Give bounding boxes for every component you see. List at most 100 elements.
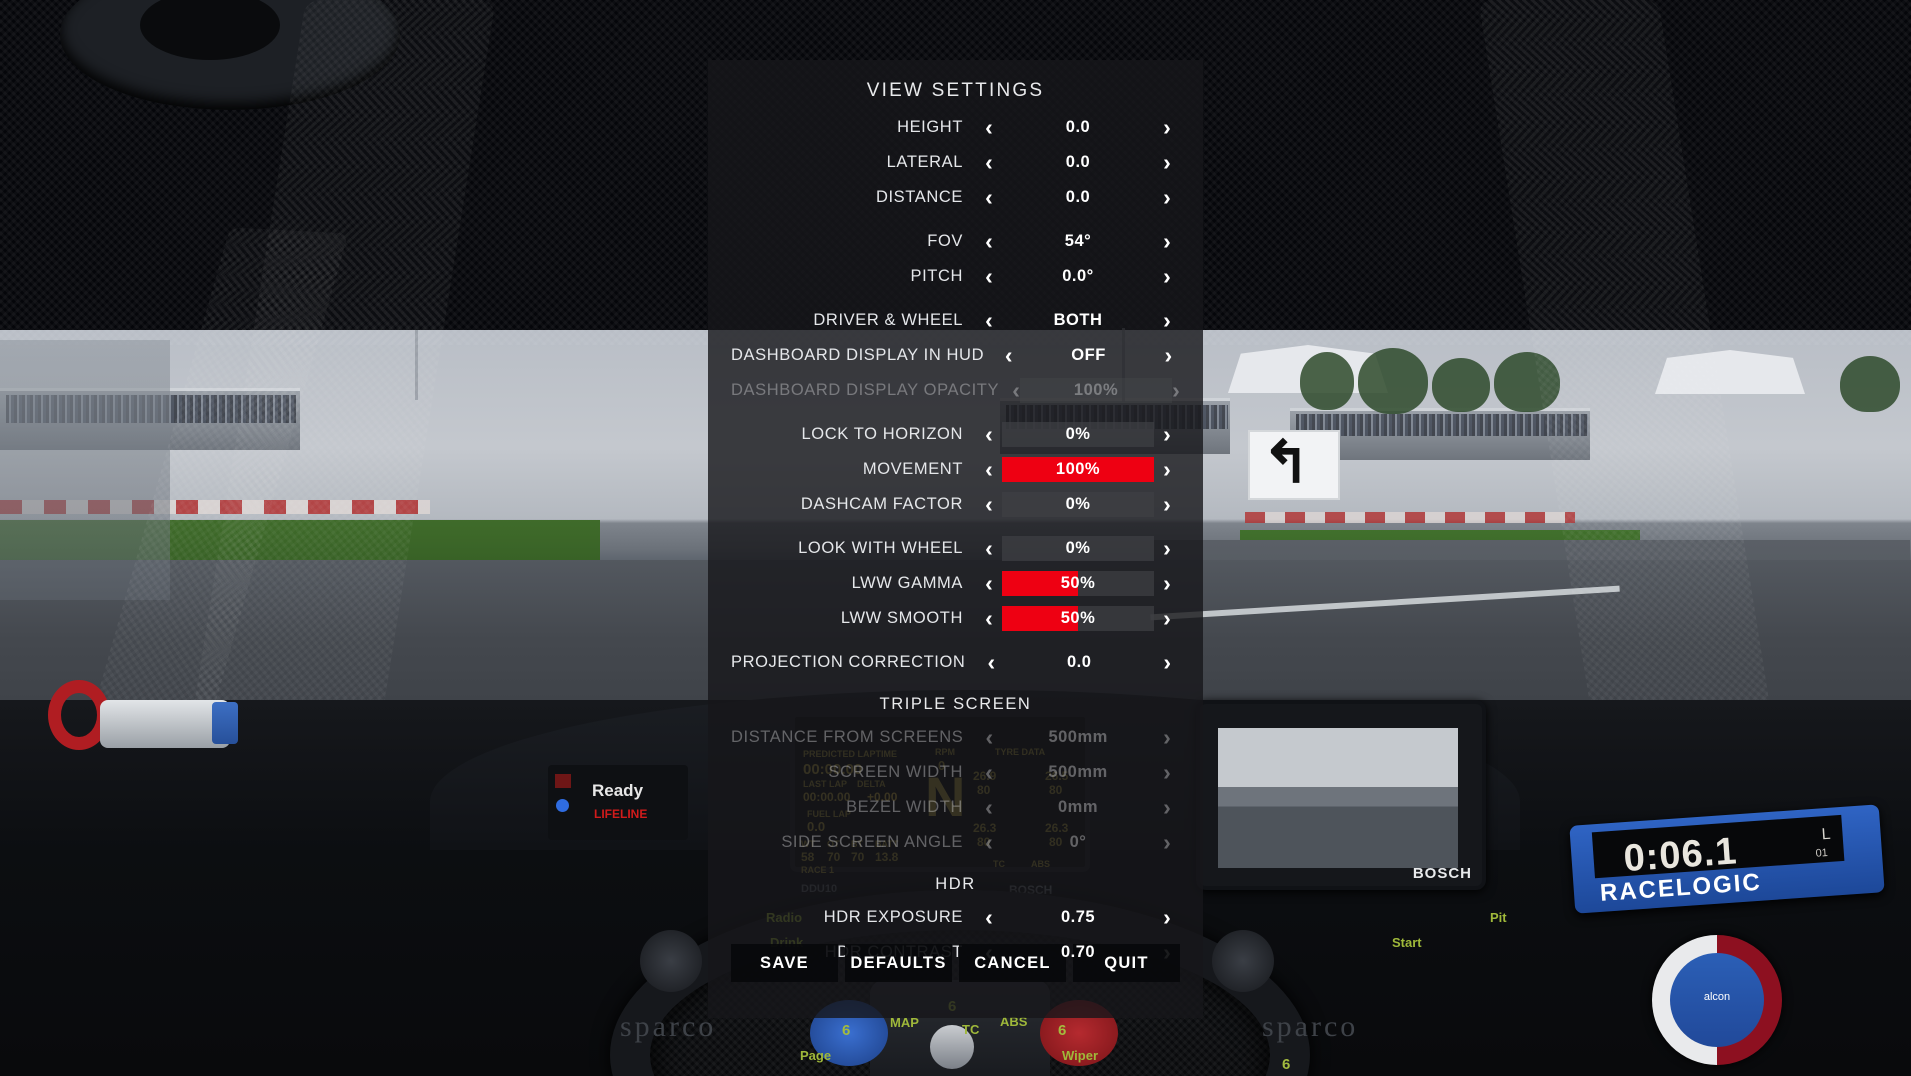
chevron-right-icon[interactable]: › — [1154, 423, 1180, 446]
chevron-left-icon[interactable]: ‹ — [976, 309, 1002, 332]
chevron-left-icon[interactable]: ‹ — [976, 572, 1002, 595]
setting-row: PITCH ‹ 0.0° › — [731, 259, 1180, 294]
chevron-right-icon[interactable]: › — [1154, 309, 1180, 332]
lifeline-brand: LIFELINE — [594, 807, 648, 821]
chevron-right-icon[interactable]: › — [1154, 537, 1180, 560]
setting-value: 0% — [1065, 495, 1091, 513]
mirror-bosch-brand: BOSCH — [1412, 865, 1472, 882]
chevron-right-icon[interactable]: › — [1157, 344, 1180, 367]
chevron-right-icon[interactable]: › — [1154, 116, 1180, 139]
setting-value-wrap: 50% — [1002, 571, 1154, 596]
tree-1 — [1300, 352, 1354, 410]
setting-label: SCREEN WIDTH — [828, 763, 963, 781]
save-button[interactable]: SAVE — [731, 944, 838, 982]
chevron-left-icon[interactable]: ‹ — [976, 906, 1002, 929]
chevron-left-icon[interactable]: ‹ — [976, 423, 1002, 446]
chevron-right-icon[interactable]: › — [1154, 265, 1180, 288]
setting-row: DRIVER & WHEEL ‹ BOTH › — [731, 303, 1180, 338]
setting-slider[interactable]: 0% — [1002, 492, 1154, 517]
wheel-number-4: 6 — [1282, 1056, 1291, 1073]
setting-label: DISTANCE FROM SCREENS — [731, 728, 964, 746]
chevron-right-icon[interactable]: › — [1154, 572, 1180, 595]
cancel-button[interactable]: CANCEL — [959, 944, 1066, 982]
chevron-right-icon[interactable]: › — [1154, 230, 1180, 253]
chevron-left-icon[interactable]: ‹ — [976, 230, 1002, 253]
chevron-right-icon[interactable]: › — [1154, 458, 1180, 481]
wheel-number-3: 6 — [1058, 1022, 1067, 1039]
chevron-left-icon[interactable]: ‹ — [976, 537, 1002, 560]
racelogic-screen: 0:06.1 L 01 — [1591, 814, 1845, 880]
setting-slider[interactable]: 0% — [1002, 422, 1154, 447]
chevron-right-icon[interactable]: › — [1154, 607, 1180, 630]
setting-slider[interactable]: 100% — [1002, 457, 1154, 482]
setting-value-wrap: 500mm — [1002, 728, 1154, 747]
setting-value: 100% — [1055, 460, 1101, 478]
setting-label: LOCK TO HORIZON — [801, 425, 963, 443]
chevron-left-icon[interactable]: ‹ — [976, 186, 1002, 209]
chevron-left-icon[interactable]: ‹ — [978, 651, 1004, 674]
setting-label: LATERAL — [886, 153, 963, 171]
wheel-number-1: 6 — [842, 1022, 851, 1039]
setting-value-wrap: 0% — [1002, 536, 1154, 561]
defaults-button[interactable]: DEFAULTS — [845, 944, 952, 982]
setting-label: LWW GAMMA — [851, 574, 963, 592]
chevron-right-icon[interactable]: › — [1154, 151, 1180, 174]
setting-value-wrap: 0mm — [1002, 798, 1154, 817]
setting-value-wrap: 0.0 — [1004, 653, 1154, 672]
extinguisher-cap — [212, 702, 238, 744]
brake-bias-dial: alcon — [1652, 935, 1782, 1065]
rear-view-monitor: BOSCH — [1196, 700, 1486, 890]
setting-label: HDR EXPOSURE — [823, 908, 963, 926]
left-turn-arrow-icon: ↰ — [1262, 430, 1311, 495]
fire-system-panel: Ready LIFELINE — [548, 765, 688, 840]
chevron-right-icon[interactable]: › — [1154, 906, 1180, 929]
panel-button-row: SAVE DEFAULTS CANCEL QUIT — [731, 944, 1180, 982]
chevron-left-icon[interactable]: ‹ — [976, 265, 1002, 288]
setting-row: LWW GAMMA ‹ 50% › — [731, 566, 1180, 601]
setting-label: DASHCAM FACTOR — [800, 495, 963, 513]
setting-value: 50% — [1060, 609, 1096, 627]
setting-label: LOOK WITH WHEEL — [798, 539, 963, 557]
section-header-hdr: HDR — [935, 875, 976, 893]
setting-value: BOTH — [1053, 311, 1103, 329]
setting-value-wrap: OFF — [1020, 346, 1156, 365]
setting-row: FOV ‹ 54° › — [731, 224, 1180, 259]
chevron-right-icon: › — [1172, 377, 1180, 403]
setting-value: 0.0° — [1062, 267, 1094, 285]
setting-value: 0.0 — [1065, 188, 1091, 206]
chevron-left-icon[interactable]: ‹ — [976, 116, 1002, 139]
setting-slider[interactable]: 50% — [1002, 571, 1154, 596]
chevron-left-icon: ‹ — [985, 759, 993, 785]
chevron-left-icon[interactable]: ‹ — [976, 151, 1002, 174]
setting-value: 0.70 — [1060, 943, 1096, 961]
trackside-arrow-board: ↰ — [1248, 430, 1340, 500]
chevron-left-icon: ‹ — [1012, 377, 1020, 403]
chevron-right-icon[interactable]: › — [1154, 651, 1180, 674]
chevron-left-icon[interactable]: ‹ — [997, 344, 1020, 367]
setting-value: 0.0 — [1065, 118, 1091, 136]
chevron-left-icon[interactable]: ‹ — [976, 607, 1002, 630]
chevron-right-icon: › — [1163, 759, 1171, 785]
setting-value-wrap: 0.0° — [1002, 267, 1154, 286]
settings-rows: HEIGHT ‹ 0.0 › LATERAL ‹ 0.0 › DISTANCE ‹ 0.0 › FOV ‹… — [708, 110, 1203, 970]
setting-row: LATERAL ‹ 0.0 › — [731, 145, 1180, 180]
setting-slider[interactable]: 0% — [1002, 536, 1154, 561]
setting-label: LWW SMOOTH — [840, 609, 963, 627]
chevron-right-icon[interactable]: › — [1154, 186, 1180, 209]
setting-value-wrap: 50% — [1002, 606, 1154, 631]
setting-row: DASHCAM FACTOR ‹ 0% › — [731, 487, 1180, 522]
setting-value: 0mm — [1057, 798, 1099, 816]
setting-value: 500mm — [1048, 728, 1108, 746]
chevron-left-icon[interactable]: ‹ — [976, 493, 1002, 516]
setting-slider[interactable]: 50% — [1002, 606, 1154, 631]
status-led-red — [555, 774, 571, 788]
tree-5 — [1840, 356, 1900, 412]
setting-value-wrap: 0.0 — [1002, 118, 1154, 137]
setting-value-wrap: 54° — [1002, 232, 1154, 251]
setting-label: DASHBOARD DISPLAY IN HUD — [731, 346, 985, 364]
setting-row: HDR EXPOSURE ‹ 0.75 › — [731, 900, 1180, 935]
chevron-right-icon[interactable]: › — [1154, 493, 1180, 516]
setting-value-wrap: 100% — [1002, 457, 1154, 482]
setting-row: DASHBOARD DISPLAY IN HUD ‹ OFF › — [731, 338, 1180, 373]
chevron-left-icon[interactable]: ‹ — [976, 458, 1002, 481]
